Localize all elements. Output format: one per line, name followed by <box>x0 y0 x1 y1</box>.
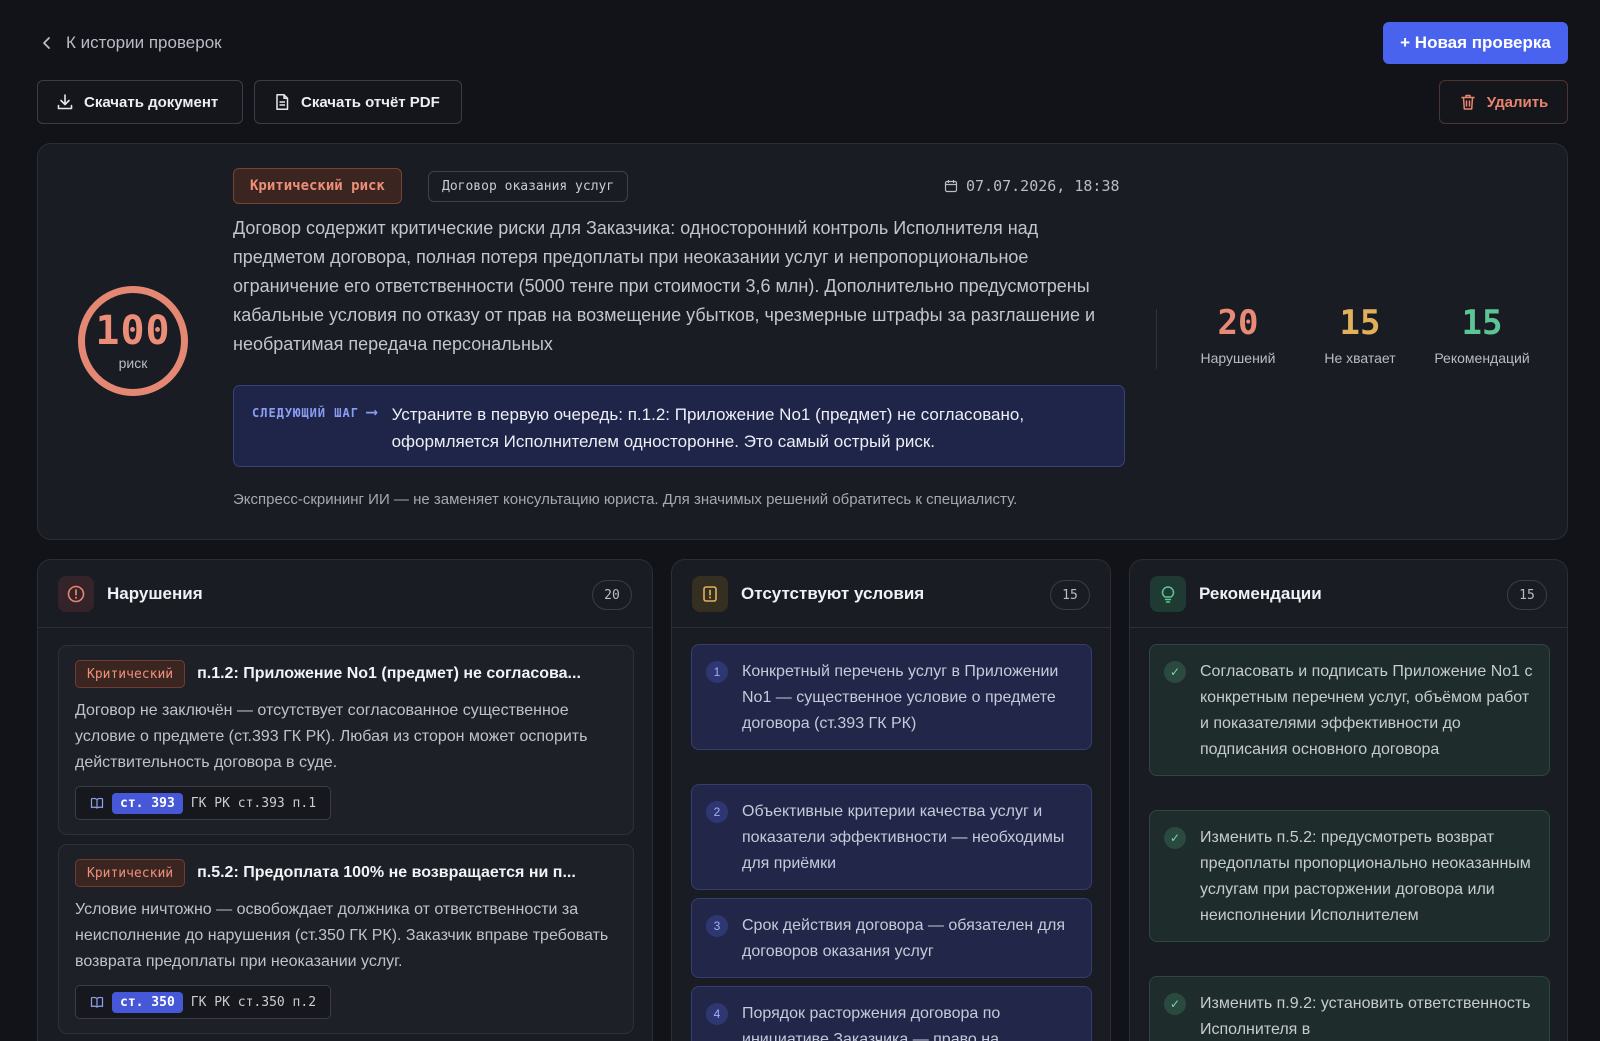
violations-count: 20 <box>592 580 632 610</box>
risk-score-label: риск <box>118 355 148 371</box>
missing-title: Отсутствуют условия <box>741 583 925 603</box>
recommendation-text: Согласовать и подписать Приложение No1 с… <box>1200 663 1533 758</box>
stat-violations-label: Нарушений <box>1200 350 1276 366</box>
recommendation-text: Изменить п.5.2: предусмотреть возврат пр… <box>1200 829 1531 924</box>
next-step-label: СЛЕДУЮЩИЙ ШАГ ⟶ <box>252 401 378 466</box>
next-step-text: Устраните в первую очередь: п.1.2: Прило… <box>391 405 1025 451</box>
missing-item-text: Конкретный перечень услуг в Приложении N… <box>742 663 1059 732</box>
violations-panel: Нарушения 20 Критический п.1.2: Приложен… <box>37 559 653 1041</box>
contract-type-badge: Договор оказания услуг <box>428 171 629 202</box>
missing-conditions-panel: Отсутствуют условия 15 1 Конкретный пере… <box>671 559 1111 1041</box>
alert-circle-icon <box>58 575 94 612</box>
law-reference-text: ГК РК ст.350 п.2 <box>190 994 317 1010</box>
item-number: 2 <box>706 801 728 823</box>
chevron-left-icon <box>43 37 50 49</box>
summary-card: 100 риск Критический риск Договор оказан… <box>37 143 1568 540</box>
recommendation-item[interactable]: ✓ Изменить п.5.2: предусмотреть возврат … <box>1149 810 1550 942</box>
risk-score-value: 100 <box>95 308 171 354</box>
item-number: 3 <box>706 915 728 937</box>
stat-recommendations: 15 Рекомендаций <box>1422 304 1542 366</box>
stat-missing-value: 15 <box>1339 303 1381 343</box>
next-step-label-text: СЛЕДУЮЩИЙ ШАГ <box>252 406 359 420</box>
law-reference-text: ГК РК ст.393 п.1 <box>190 795 317 811</box>
missing-item-text: Порядок расторжения договора по инициати… <box>742 1005 1001 1041</box>
item-number: 1 <box>706 661 728 683</box>
violation-card[interactable]: Критический п.5.2: Предоплата 100% не во… <box>58 844 634 1034</box>
arrow-right-icon: ⟶ <box>366 402 378 421</box>
law-article-tag: ст. 350 <box>112 991 183 1013</box>
disclaimer-text: Экспресс-скрининг ИИ — не заменяет консу… <box>233 491 1018 508</box>
law-reference[interactable]: ст. 393 ГК РК ст.393 п.1 <box>75 786 332 820</box>
check-icon: ✓ <box>1164 993 1186 1015</box>
alert-square-icon <box>692 575 728 612</box>
missing-item[interactable]: 1 Конкретный перечень услуг в Приложении… <box>691 644 1092 750</box>
check-icon: ✓ <box>1164 827 1186 849</box>
recommendations-header: Рекомендации 15 <box>1130 560 1567 628</box>
stat-recommendations-value: 15 <box>1461 303 1503 343</box>
violation-description: Договор не заключён — отсутствует соглас… <box>75 702 588 771</box>
risk-score-ring: 100 риск <box>78 286 188 396</box>
violations-title: Нарушения <box>107 583 203 603</box>
summary-text: Договор содержит критические риски для З… <box>233 218 1096 354</box>
delete-button[interactable]: Удалить <box>1439 80 1568 124</box>
missing-item[interactable]: 4 Порядок расторжения договора по инициа… <box>691 986 1092 1041</box>
law-article-tag: ст. 393 <box>112 792 183 814</box>
violation-title: п.5.2: Предоплата 100% не возвращается н… <box>197 864 576 881</box>
stat-recommendations-label: Рекомендаций <box>1434 350 1530 366</box>
recommendation-item[interactable]: ✓ Согласовать и подписать Приложение No1… <box>1149 644 1550 776</box>
next-step-box: СЛЕДУЮЩИЙ ШАГ ⟶ Устраните в первую очере… <box>233 385 1125 467</box>
download-document-button[interactable]: Скачать документ <box>37 80 243 124</box>
book-open-icon <box>90 797 104 809</box>
violation-description: Условие ничтожно — освобождает должника … <box>75 901 609 970</box>
risk-level-badge: Критический риск <box>233 168 402 204</box>
recommendation-item[interactable]: ✓ Изменить п.9.2: установить ответственн… <box>1149 976 1550 1041</box>
stat-missing: 15 Не хватает <box>1300 304 1420 366</box>
missing-count: 15 <box>1050 580 1090 610</box>
check-datetime: 07.07.2026, 18:38 <box>944 177 1120 195</box>
back-link-label: К истории проверок <box>66 33 222 52</box>
download-pdf-label: Скачать отчёт PDF <box>301 93 440 111</box>
item-number: 4 <box>706 1003 728 1025</box>
file-text-icon <box>276 94 289 110</box>
violation-title: п.1.2: Приложение No1 (предмет) не согла… <box>197 665 581 682</box>
missing-item-text: Срок действия договора — обязателен для … <box>742 917 1065 960</box>
trash-icon <box>1460 94 1475 110</box>
delete-label: Удалить <box>1486 93 1549 111</box>
book-open-icon <box>90 996 104 1008</box>
missing-item-text: Объективные критерии качества услуг и по… <box>742 803 1065 872</box>
law-reference[interactable]: ст. 350 ГК РК ст.350 п.2 <box>75 985 332 1019</box>
new-check-button[interactable]: + Новая проверка <box>1383 22 1568 64</box>
recommendations-title: Рекомендации <box>1199 583 1322 603</box>
violations-header: Нарушения 20 <box>38 560 652 628</box>
stats-divider <box>1156 309 1157 369</box>
missing-item[interactable]: 2 Объективные критерии качества услуг и … <box>691 784 1092 890</box>
violation-card[interactable]: Критический п.1.2: Приложение No1 (предм… <box>58 645 634 835</box>
back-to-history-link[interactable]: К истории проверок <box>40 33 222 53</box>
datetime-text: 07.07.2026, 18:38 <box>966 177 1120 195</box>
recommendation-text: Изменить п.9.2: установить ответственнос… <box>1200 995 1531 1038</box>
severity-badge: Критический <box>75 660 186 688</box>
download-document-label: Скачать документ <box>84 93 219 111</box>
lightbulb-icon <box>1150 575 1186 612</box>
recommendations-count: 15 <box>1507 580 1547 610</box>
stat-missing-label: Не хватает <box>1324 350 1396 366</box>
check-icon: ✓ <box>1164 661 1186 683</box>
download-icon <box>57 94 73 110</box>
calendar-icon <box>944 180 958 193</box>
recommendations-panel: Рекомендации 15 ✓ Согласовать и подписат… <box>1129 559 1568 1041</box>
severity-badge: Критический <box>75 859 186 887</box>
stat-violations-value: 20 <box>1217 303 1259 343</box>
missing-item[interactable]: 3 Срок действия договора — обязателен дл… <box>691 898 1092 978</box>
missing-header: Отсутствуют условия 15 <box>672 560 1110 628</box>
stat-violations: 20 Нарушений <box>1178 304 1298 366</box>
download-pdf-button[interactable]: Скачать отчёт PDF <box>254 80 462 124</box>
